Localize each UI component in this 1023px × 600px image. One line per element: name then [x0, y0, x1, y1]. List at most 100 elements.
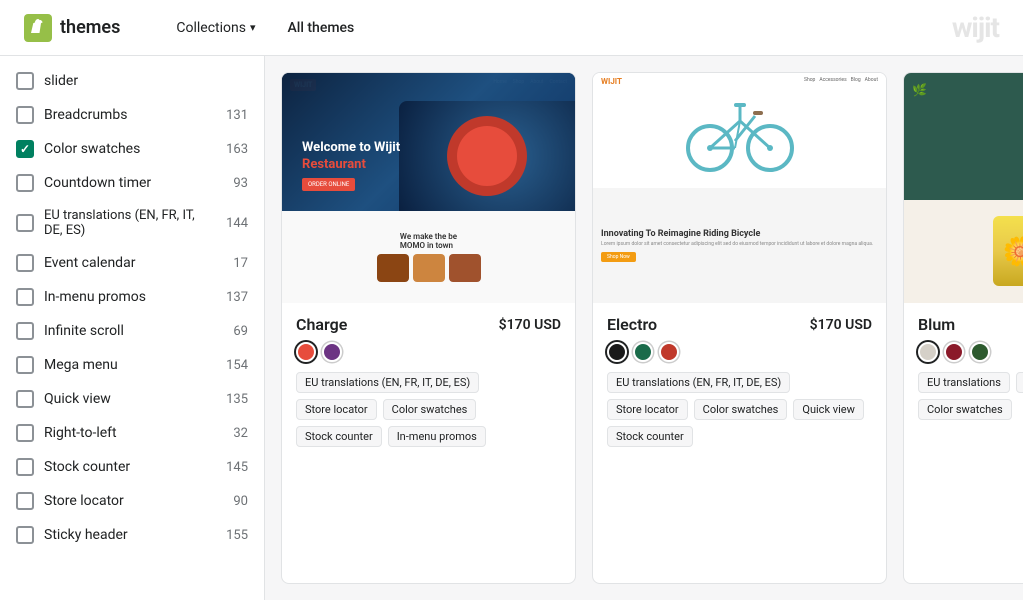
food-item-3: [449, 254, 481, 282]
electro-swatch-1[interactable]: [633, 342, 653, 362]
food-item-1: [377, 254, 409, 282]
blum-swatch-1[interactable]: [944, 342, 964, 362]
electro-preview-top: WIJIT ShopAccessoriesBlogAbout: [593, 73, 886, 188]
sidebar-checkbox-store-locator[interactable]: [16, 492, 34, 510]
charge-tag-2: Color swatches: [383, 399, 477, 420]
electro-tag-4: Stock counter: [607, 426, 693, 447]
theme-card-blum[interactable]: 🌿 The B... 🌼: [903, 72, 1023, 584]
electro-tag-1: Store locator: [607, 399, 688, 420]
checkmark-icon: ✓: [20, 142, 30, 156]
sidebar: slider Breadcrumbs 131 ✓ Color swatches …: [0, 56, 265, 600]
theme-card-charge[interactable]: WIJIT HomeShopAboutContact: [281, 72, 576, 584]
chevron-down-icon: ▾: [250, 21, 256, 34]
blum-tags: EU translations Store locator Color swat…: [918, 372, 1023, 420]
sidebar-item-breadcrumbs[interactable]: Breadcrumbs 131: [0, 98, 264, 132]
charge-swatch-1[interactable]: [322, 342, 342, 362]
sidebar-item-countdown-timer[interactable]: Countdown timer 93: [0, 166, 264, 200]
charge-swatch-0[interactable]: [296, 342, 316, 362]
charge-name: Charge: [296, 315, 347, 334]
sidebar-checkbox-event-calendar[interactable]: [16, 254, 34, 272]
electro-swatch-0[interactable]: [607, 342, 627, 362]
charge-tag-0: EU translations (EN, FR, IT, DE, ES): [296, 372, 479, 393]
blum-swatch-2[interactable]: [970, 342, 990, 362]
header: themes Collections ▾ All themes wijit: [0, 0, 1023, 56]
shopify-logo-icon: [24, 14, 52, 42]
theme-card-electro[interactable]: WIJIT ShopAccessoriesBlogAbout: [592, 72, 887, 584]
blum-swatches: [918, 342, 1023, 362]
header-nav: Collections ▾ All themes: [176, 20, 354, 36]
electro-price: $170 USD: [810, 317, 872, 333]
watermark-logo: wijit: [952, 11, 999, 44]
blum-tag-0: EU translations: [918, 372, 1010, 393]
sidebar-checkbox-eu-translations[interactable]: [16, 214, 34, 232]
sidebar-checkbox-mega-menu[interactable]: [16, 356, 34, 374]
sidebar-item-mega-menu[interactable]: Mega menu 154: [0, 348, 264, 382]
charge-tag-4: In-menu promos: [388, 426, 486, 447]
sidebar-checkbox-infinite-scroll[interactable]: [16, 322, 34, 340]
electro-tags: EU translations (EN, FR, IT, DE, ES) Sto…: [607, 372, 872, 447]
sidebar-item-slider[interactable]: slider: [0, 64, 264, 98]
blum-name-row: Blum: [918, 315, 1023, 334]
nav-all-themes[interactable]: All themes: [287, 20, 354, 36]
header-logo-text: themes: [60, 17, 120, 38]
charge-tag-3: Stock counter: [296, 426, 382, 447]
sidebar-item-quick-view[interactable]: Quick view 135: [0, 382, 264, 416]
food-item-2: [413, 254, 445, 282]
blum-preview-top: 🌿 The B...: [904, 73, 1023, 200]
electro-swatch-2[interactable]: [659, 342, 679, 362]
sidebar-item-event-calendar[interactable]: Event calendar 17: [0, 246, 264, 280]
sidebar-item-infinite-scroll[interactable]: Infinite scroll 69: [0, 314, 264, 348]
electro-tag-2: Color swatches: [694, 399, 788, 420]
sidebar-checkbox-countdown-timer[interactable]: [16, 174, 34, 192]
nav-collections[interactable]: Collections ▾: [176, 20, 255, 36]
sidebar-checkbox-stock-counter[interactable]: [16, 458, 34, 476]
sidebar-checkbox-right-to-left[interactable]: [16, 424, 34, 442]
charge-preview-cta: ORDER ONLINE: [302, 178, 355, 191]
blum-info: Blum EU translations Store locator Color…: [904, 303, 1023, 583]
charge-preview-bottom: We make the beMOMO in town: [282, 211, 575, 303]
electro-preview-logo: WIJIT: [601, 77, 622, 86]
header-logo: themes: [24, 14, 120, 42]
bicycle-illustration: [680, 86, 800, 176]
theme-preview-electro: WIJIT ShopAccessoriesBlogAbout: [593, 73, 886, 303]
sidebar-checkbox-color-swatches[interactable]: ✓: [16, 140, 34, 158]
charge-name-row: Charge $170 USD: [296, 315, 561, 334]
electro-name: Electro: [607, 315, 657, 334]
blum-name: Blum: [918, 315, 955, 334]
electro-info: Electro $170 USD EU translations (EN, FR…: [593, 303, 886, 583]
electro-nav-bar: ShopAccessoriesBlogAbout: [804, 77, 878, 83]
blum-tag-1: Store locator: [1016, 372, 1023, 393]
theme-preview-blum: 🌿 The B... 🌼: [904, 73, 1023, 303]
sidebar-item-right-to-left[interactable]: Right-to-left 32: [0, 416, 264, 450]
charge-preview-title: Welcome to WijitRestaurant: [302, 140, 555, 174]
electro-tag-3: Quick view: [793, 399, 863, 420]
blum-swatch-0[interactable]: [918, 342, 938, 362]
electro-swatches: [607, 342, 872, 362]
sidebar-checkbox-sticky-header[interactable]: [16, 526, 34, 544]
electro-headline: Innovating To Reimagine Riding Bicycle: [601, 229, 878, 239]
charge-price: $170 USD: [499, 317, 561, 333]
theme-grid: WIJIT HomeShopAboutContact: [265, 56, 1023, 600]
charge-swatches: [296, 342, 561, 362]
blum-preview-image: 🌿 The B... 🌼: [904, 73, 1023, 303]
sidebar-checkbox-quick-view[interactable]: [16, 390, 34, 408]
blum-preview-logo: 🌿: [912, 79, 952, 101]
sidebar-item-in-menu-promos[interactable]: In-menu promos 137: [0, 280, 264, 314]
charge-preview-tagline: We make the beMOMO in town: [400, 232, 457, 250]
sidebar-checkbox-slider[interactable]: [16, 72, 34, 90]
theme-preview-charge: WIJIT HomeShopAboutContact: [282, 73, 575, 303]
sidebar-item-stock-counter[interactable]: Stock counter 145: [0, 450, 264, 484]
electro-cta: Shop Now: [601, 252, 636, 262]
sidebar-item-store-locator[interactable]: Store locator 90: [0, 484, 264, 518]
charge-preview-food: [377, 254, 481, 282]
sidebar-checkbox-in-menu-promos[interactable]: [16, 288, 34, 306]
charge-tag-1: Store locator: [296, 399, 377, 420]
electro-tag-0: EU translations (EN, FR, IT, DE, ES): [607, 372, 790, 393]
sidebar-item-eu-translations[interactable]: EU translations (EN, FR, IT, DE, ES) 144: [0, 200, 264, 246]
sidebar-item-sticky-header[interactable]: Sticky header 155: [0, 518, 264, 552]
svg-text:🌿: 🌿: [912, 83, 927, 97]
main-layout: slider Breadcrumbs 131 ✓ Color swatches …: [0, 56, 1023, 600]
sidebar-item-color-swatches[interactable]: ✓ Color swatches 163: [0, 132, 264, 166]
charge-info: Charge $170 USD EU translations (EN, FR,…: [282, 303, 575, 583]
sidebar-checkbox-breadcrumbs[interactable]: [16, 106, 34, 124]
